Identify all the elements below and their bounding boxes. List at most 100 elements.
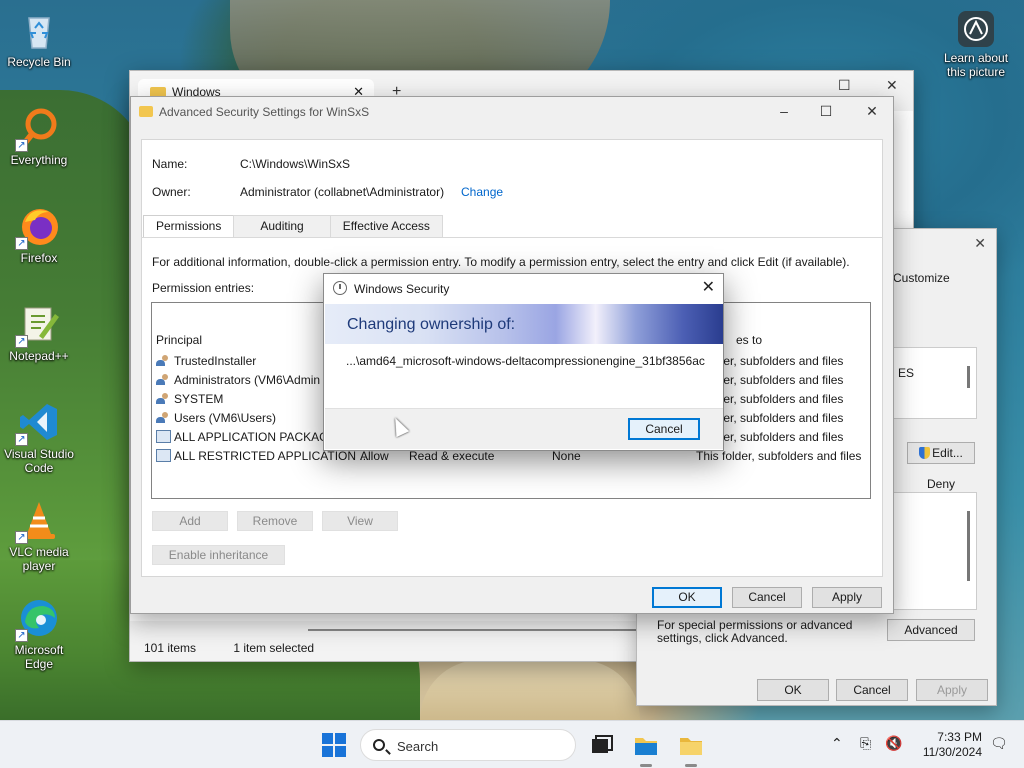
windows-logo-tile [322, 746, 333, 757]
desktop-icon-vscode[interactable]: ↗ Visual Studio Code [2, 400, 76, 475]
tab-effective-access[interactable]: Effective Access [329, 215, 443, 237]
chevron-up-icon[interactable]: ⌃ [831, 735, 843, 752]
row-principal: SYSTEM [174, 392, 224, 406]
uac-shield-icon [919, 447, 931, 459]
tab-strip: Permissions Auditing Effective Access [143, 215, 443, 237]
tab-auditing[interactable]: Auditing [233, 215, 331, 237]
user-group-icon [156, 392, 171, 405]
apply-button[interactable]: Apply [916, 679, 988, 701]
shortcut-arrow-icon: ↗ [15, 237, 28, 250]
desktop-icon-edge[interactable]: ↗ Microsoft Edge [2, 596, 76, 671]
close-button[interactable]: ✕ [974, 235, 986, 252]
row-access: Read & execute [409, 449, 495, 463]
row-applies-to: folder, subfolders and files [704, 411, 844, 425]
row-applies-to: folder, subfolders and files [704, 430, 844, 444]
maximize-button[interactable]: ☐ [838, 77, 851, 94]
windows-logo-tile [335, 733, 346, 744]
camera-info-icon [957, 10, 995, 48]
change-owner-link[interactable]: Change [461, 185, 503, 199]
edit-button-label: Edit... [932, 446, 963, 460]
column-principal[interactable]: Principal [156, 333, 202, 347]
notification-icon[interactable]: 🗨 [990, 735, 1008, 752]
ok-button[interactable]: OK [757, 679, 829, 701]
minimize-button[interactable]: – [774, 103, 794, 119]
desktop-icon-everything[interactable]: ↗ Everything [2, 106, 76, 167]
windows-logo-tile [322, 733, 333, 744]
desktop-icon-label: Everything [10, 153, 68, 167]
desktop-icon-notepadpp[interactable]: ↗ Notepad++ [2, 302, 76, 363]
desktop-icon-firefox[interactable]: ↗ Firefox [2, 204, 76, 265]
desktop-icon-label: Visual Studio Code [4, 447, 74, 475]
firefox-icon: ↗ [15, 204, 61, 250]
name-value: C:\Windows\WinSxS [240, 157, 351, 171]
edge-icon: ↗ [15, 596, 61, 642]
name-label: Name: [152, 157, 188, 171]
task-view-icon[interactable] [588, 731, 616, 759]
add-button[interactable]: Add [152, 511, 228, 531]
user-group-icon [156, 373, 171, 386]
remove-button[interactable]: Remove [237, 511, 313, 531]
network-icon[interactable]: ⎘ [860, 735, 871, 752]
maximize-button[interactable]: ☐ [816, 103, 836, 120]
row-principal: ALL APPLICATION PACKAGE [174, 430, 337, 444]
taskbar-search[interactable]: Search [360, 729, 576, 761]
owner-label: Owner: [152, 185, 191, 199]
cancel-button[interactable]: Cancel [732, 587, 802, 608]
scrollbar[interactable] [967, 366, 970, 388]
column-applies-to[interactable]: es to [736, 333, 762, 347]
ok-button[interactable]: OK [652, 587, 722, 608]
group-list[interactable]: ES [893, 347, 977, 419]
cancel-button[interactable]: Cancel [628, 418, 700, 440]
advanced-button[interactable]: Advanced [887, 619, 975, 641]
windows-logo-tile [335, 746, 346, 757]
list-item[interactable]: ES [894, 366, 976, 380]
status-bar: 101 items 1 item selected [144, 641, 348, 655]
close-icon[interactable]: ✕ [702, 277, 715, 297]
tab-customize[interactable]: Customize [893, 271, 950, 285]
enable-inheritance-button[interactable]: Enable inheritance [152, 545, 285, 565]
row-type: Allow [360, 449, 389, 463]
folder-icon [139, 106, 153, 117]
system-clock[interactable]: 7:33 PM 11/30/2024 [918, 730, 982, 760]
start-button[interactable] [322, 733, 346, 757]
file-explorer-taskbar-icon[interactable] [632, 731, 660, 767]
special-permissions-text: For special permissions or advanced sett… [657, 618, 853, 645]
learn-about-picture[interactable]: Learn about this picture [938, 10, 1014, 79]
user-group-icon [156, 411, 171, 424]
row-principal: Users (VM6\Users) [174, 411, 277, 425]
desktop-icon-recycle-bin[interactable]: Recycle Bin [2, 8, 76, 69]
cancel-button[interactable]: Cancel [836, 679, 908, 701]
edit-button[interactable]: Edit... [907, 442, 975, 464]
row-principal: ALL RESTRICTED APPLICATION ... [174, 449, 370, 463]
row-principal: TrustedInstaller [174, 354, 257, 368]
tab-divider [141, 237, 883, 238]
shortcut-arrow-icon: ↗ [15, 433, 28, 446]
wallpaper-beach [420, 660, 640, 720]
view-button[interactable]: View [322, 511, 398, 531]
permission-list[interactable] [893, 492, 977, 610]
close-button[interactable]: ✕ [886, 77, 898, 94]
selected-count: 1 item selected [233, 641, 315, 655]
info-text: For additional information, double-click… [152, 255, 850, 269]
scrollbar[interactable] [967, 511, 970, 581]
apply-button[interactable]: Apply [812, 587, 882, 608]
shortcut-arrow-icon: ↗ [15, 629, 28, 642]
desktop-icon-label: Microsoft Edge [14, 643, 64, 671]
deny-column-header: Deny [927, 477, 956, 491]
search-icon [373, 739, 385, 751]
folder-taskbar-icon[interactable] [677, 731, 705, 767]
notepadpp-icon: ↗ [15, 302, 61, 348]
close-button[interactable]: ✕ [862, 103, 882, 120]
shortcut-arrow-icon: ↗ [15, 531, 28, 544]
item-count: 101 items [144, 641, 197, 655]
volume-icon[interactable]: 🔇 [885, 735, 902, 752]
everything-search-icon: ↗ [15, 106, 61, 152]
dialog-banner: Changing ownership of: [325, 304, 723, 344]
desktop-icon-label: Recycle Bin [7, 55, 71, 69]
desktop-icon-vlc[interactable]: ↗ VLC media player [2, 498, 76, 573]
row-applies-to: folder, subfolders and files [704, 354, 844, 368]
windows-security-dialog: Windows Security ✕ Changing ownership of… [323, 273, 724, 451]
tab-permissions[interactable]: Permissions [143, 215, 235, 237]
row-inherited-from: None [552, 449, 581, 463]
app-package-icon [156, 430, 171, 443]
